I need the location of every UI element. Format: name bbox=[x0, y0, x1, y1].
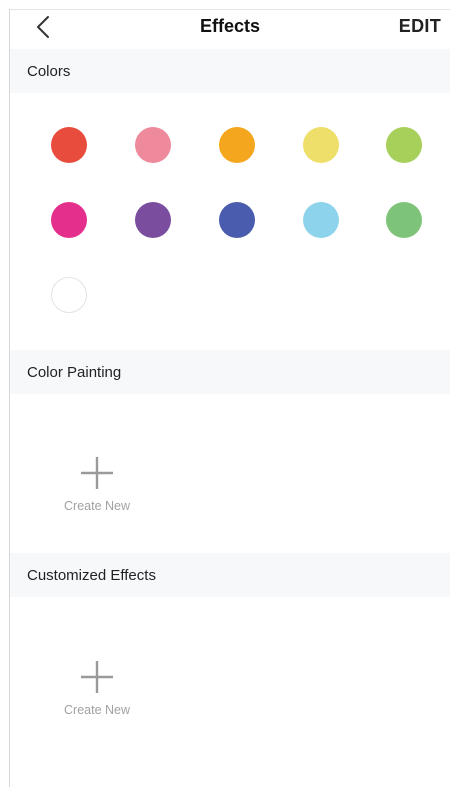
color-swatch-orange[interactable] bbox=[219, 127, 255, 163]
color-swatch-white[interactable] bbox=[51, 277, 87, 313]
color-painting-create-new-button[interactable]: Create New bbox=[42, 455, 152, 513]
color-swatch-purple[interactable] bbox=[135, 202, 171, 238]
plus-icon bbox=[81, 661, 113, 693]
colors-section-title: Colors bbox=[27, 62, 71, 80]
navigation-bar: Effects EDIT bbox=[10, 10, 450, 48]
customized-effects-create-new-button[interactable]: Create New bbox=[42, 659, 152, 717]
plus-icon bbox=[81, 457, 113, 489]
color-swatch-magenta[interactable] bbox=[51, 202, 87, 238]
effects-screen: Effects EDIT Colors Color Painting Creat… bbox=[9, 9, 450, 787]
create-new-label: Create New bbox=[64, 703, 130, 717]
edit-button[interactable]: EDIT bbox=[399, 16, 441, 37]
colors-section-header: Colors bbox=[10, 49, 450, 93]
color-swatch-pink[interactable] bbox=[135, 127, 171, 163]
color-swatch-green[interactable] bbox=[386, 202, 422, 238]
color-swatch-sky-blue[interactable] bbox=[303, 202, 339, 238]
color-swatch-lime[interactable] bbox=[386, 127, 422, 163]
customized-effects-section-title: Customized Effects bbox=[27, 566, 156, 584]
page-title: Effects bbox=[199, 16, 261, 36]
color-swatch-yellow[interactable] bbox=[303, 127, 339, 163]
customized-effects-section-header: Customized Effects bbox=[10, 553, 450, 597]
color-swatch-blue[interactable] bbox=[219, 202, 255, 238]
color-painting-section-header: Color Painting bbox=[10, 350, 450, 394]
color-swatch-red[interactable] bbox=[51, 127, 87, 163]
create-new-label: Create New bbox=[64, 499, 130, 513]
color-painting-section-title: Color Painting bbox=[27, 363, 122, 381]
